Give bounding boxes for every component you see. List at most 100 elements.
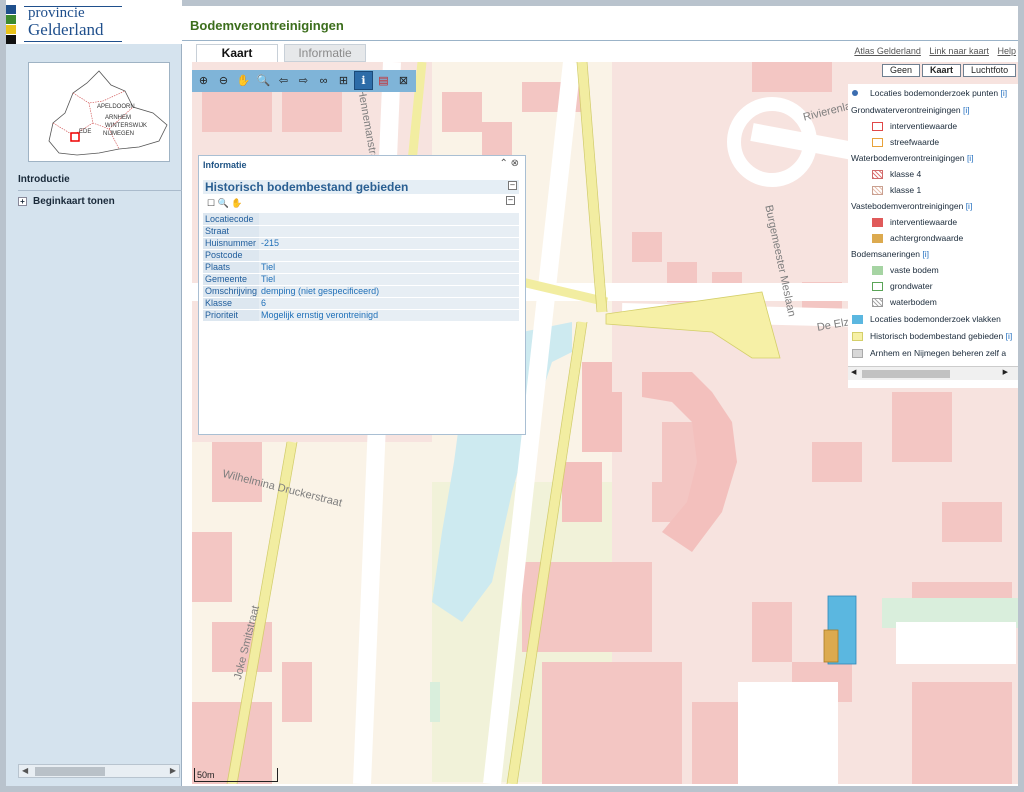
pdf-icon[interactable]: ▤ (374, 71, 393, 90)
info-link[interactable]: [i] (1000, 88, 1007, 98)
sidebar-scrollbar[interactable]: ◀ ▶ (18, 764, 180, 778)
legend-label: grondwater (890, 281, 933, 291)
overview-label: APELDOORN (97, 104, 135, 110)
swatch (872, 266, 883, 275)
table-row: Klasse 6 (203, 297, 519, 310)
magnify-icon[interactable]: 🔍 (218, 198, 229, 208)
scroll-left-icon[interactable]: ◀ (22, 766, 28, 775)
info-key: Klasse (203, 297, 260, 310)
measure-icon[interactable]: ⊞ (334, 71, 353, 90)
overview-label: ARNHEM (105, 115, 132, 121)
info-link[interactable]: [i] (966, 201, 973, 211)
legend-label: Waterbodemverontreinigingen (851, 153, 965, 163)
checkbox-icon[interactable]: ☐ (207, 198, 215, 208)
legend-label: achtergrondwaarde (890, 233, 964, 243)
info-key: Prioriteit (203, 309, 260, 322)
legend-label: Bodemsaneringen (851, 249, 920, 259)
legend-label: vaste bodem (890, 265, 939, 275)
layer-kaart-button[interactable]: Kaart (922, 64, 962, 77)
swatch (852, 315, 863, 324)
tab-kaart[interactable]: Kaart (196, 44, 278, 62)
info-value: demping (niet gespecificeerd) (259, 285, 519, 298)
overview-label: NIJMEGEN (103, 131, 135, 137)
info-subtitle: Historisch bodembestand gebieden (205, 180, 409, 194)
forward-icon[interactable]: ⇨ (294, 71, 313, 90)
table-row: Locatiecode (203, 213, 519, 226)
header: Bodemverontreinigingen (182, 0, 1018, 42)
link-naar-kaart[interactable]: Link naar kaart (929, 46, 989, 56)
scale-label: 50m (197, 770, 215, 780)
info-link[interactable]: [i] (963, 105, 970, 115)
zoom-out-icon[interactable]: ⊖ (214, 71, 233, 90)
layer-switch: Geen Kaart Luchtfoto (880, 64, 1017, 77)
minimize-icon[interactable]: – (506, 196, 515, 205)
swatch (872, 138, 883, 147)
info-value (259, 213, 519, 226)
info-value (259, 249, 519, 262)
zoom-extent-icon[interactable]: 🔍 (254, 71, 273, 90)
info-icon[interactable]: ℹ (354, 71, 373, 90)
swatch (872, 122, 883, 131)
table-row: Huisnummer -215 (203, 237, 519, 250)
swatch (852, 349, 863, 358)
scroll-thumb[interactable] (35, 767, 105, 776)
legend-label: klasse 1 (890, 185, 922, 195)
swatch (872, 298, 883, 307)
print-icon[interactable]: ⊠ (394, 71, 413, 90)
legend-label: Historisch bodembestand gebieden (870, 331, 1004, 341)
info-key: Straat (203, 225, 260, 238)
swatch (872, 186, 883, 195)
info-key: Locatiecode (203, 213, 260, 226)
swatch (872, 170, 883, 179)
link-atlas[interactable]: Atlas Gelderland (854, 46, 921, 56)
hand-icon[interactable]: ✋ (231, 198, 242, 208)
sidebar-item-beginkaart[interactable]: + Beginkaart tonen (18, 196, 115, 207)
map-toolbar: ⊕ ⊖ ✋ 🔍 ⇦ ⇨ ∞ ⊞ ℹ ▤ ⊠ (192, 70, 416, 92)
scroll-right-icon[interactable]: ▶ (170, 766, 176, 775)
table-row: Gemeente Tiel (203, 273, 519, 286)
close-icon[interactable]: ⊗ (511, 158, 519, 169)
overview-label: WINTERSWIJK (105, 123, 147, 129)
back-icon[interactable]: ⇦ (274, 71, 293, 90)
info-value (259, 225, 519, 238)
info-value: Mogelijk ernstig verontreinigd (259, 309, 519, 322)
pan-icon[interactable]: ✋ (234, 71, 253, 90)
info-table: Locatiecode Straat Huisnummer -215 Postcode P… (203, 213, 519, 322)
scale-bar: 50m (194, 768, 278, 782)
info-key: Gemeente (203, 273, 260, 286)
info-key: Postcode (203, 249, 260, 262)
tab-informatie[interactable]: Informatie (284, 44, 366, 62)
zoom-in-icon[interactable]: ⊕ (194, 71, 213, 90)
info-link[interactable]: [i] (967, 153, 974, 163)
layer-luchtfoto-button[interactable]: Luchtfoto (963, 64, 1017, 77)
scroll-thumb[interactable] (862, 370, 950, 378)
legend-scrollbar[interactable]: ◀ ▶ (848, 366, 1018, 380)
legend-label: waterbodem (890, 297, 937, 307)
info-panel: Informatie ⌃ ⊗ Historisch bodembestand g… (198, 155, 526, 435)
scroll-left-icon[interactable]: ◀ (851, 368, 856, 376)
overview-label: EDE (79, 129, 92, 135)
overview-map[interactable]: APELDOORN ARNHEM WINTERSWIJK NIJMEGEN ED… (28, 62, 170, 162)
logo-gelderland: Gelderland (28, 20, 104, 39)
sidebar-item-introductie[interactable]: Introductie (18, 174, 182, 191)
sidebar: provincie Gelderland APELDOORN ARNHEM WI… (6, 0, 182, 786)
expand-icon[interactable]: + (18, 197, 27, 206)
collapse-icon[interactable]: ⌃ (499, 158, 507, 169)
legend-label: Arnhem en Nijmegen beheren zelf a (870, 348, 1007, 358)
info-panel-controls: ⌃ ⊗ (499, 158, 519, 169)
layer-geen-button[interactable]: Geen (882, 64, 921, 77)
minimize-icon[interactable]: – (508, 181, 517, 190)
legend-label: Locaties bodemonderzoek vlakken (870, 314, 1001, 324)
info-link[interactable]: [i] (922, 249, 929, 259)
table-row: Plaats Tiel (203, 261, 519, 274)
binoculars-icon[interactable]: ∞ (314, 71, 333, 90)
logo: provincie Gelderland (6, 0, 182, 44)
legend-label: streefwaarde (890, 137, 940, 147)
page-title: Bodemverontreinigingen (190, 18, 344, 33)
link-help[interactable]: Help (997, 46, 1016, 56)
info-value: 6 (259, 297, 519, 310)
info-key: Plaats (203, 261, 260, 274)
info-link[interactable]: [i] (1006, 331, 1013, 341)
scroll-right-icon[interactable]: ▶ (1003, 368, 1008, 376)
info-key: Huisnummer (203, 237, 260, 250)
